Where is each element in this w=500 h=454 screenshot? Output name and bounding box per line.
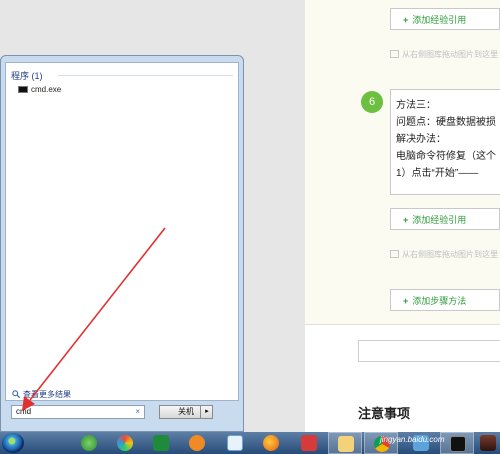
firefox-icon [263,435,279,451]
taskbar-cloud[interactable] [218,432,252,454]
taskbar-spreadsheet[interactable] [144,432,178,454]
browser-icon [117,435,133,451]
taskbar-browser[interactable] [108,432,142,454]
taskbar-avatar-app[interactable] [292,432,326,454]
taskbar-media-player[interactable] [72,432,106,454]
terminal-icon [450,436,466,452]
sogou-icon [189,435,205,451]
explorer-icon [338,436,354,452]
start-orb [2,433,24,453]
start-button[interactable] [0,432,34,454]
taskbar-firefox[interactable] [254,432,288,454]
watermark: jingyan.baidu.com [380,435,445,444]
spreadsheet-icon [153,435,169,451]
taskbar-user-photo[interactable] [476,432,500,454]
user-photo-icon [480,435,496,451]
cloud-icon [227,435,243,451]
annotation-arrow [22,227,166,411]
taskbar-explorer[interactable] [328,432,362,454]
taskbar-sogou[interactable] [180,432,214,454]
media-player-icon [81,435,97,451]
taskbar-terminal[interactable] [440,432,474,454]
avatar-app-icon [301,435,317,451]
